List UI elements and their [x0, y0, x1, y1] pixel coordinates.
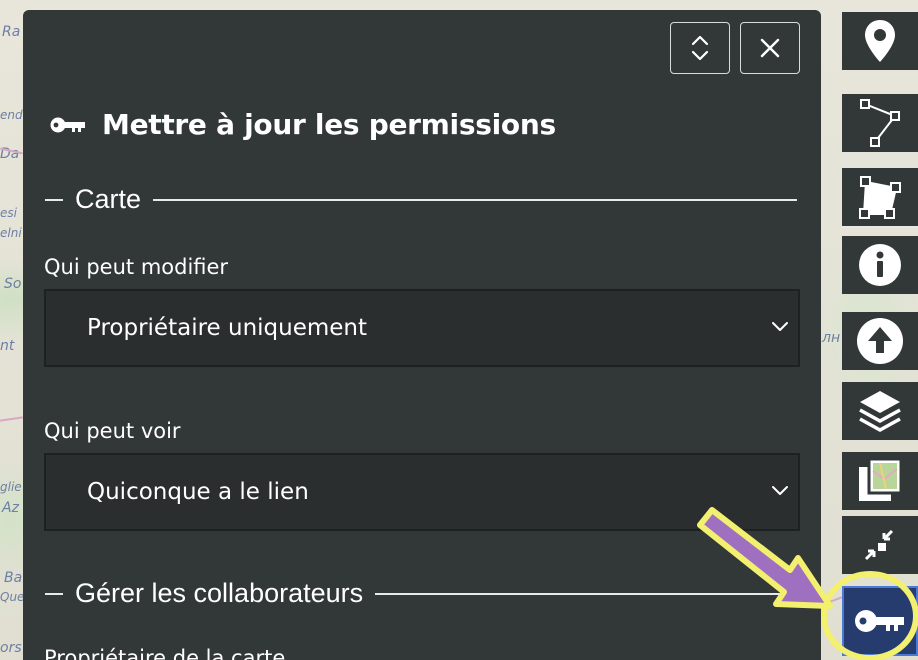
edit-permission-value: Propriétaire uniquement: [87, 315, 368, 341]
panel-header: Mettre à jour les permissions: [50, 108, 556, 141]
key-icon: [50, 117, 85, 132]
edit-permission-label: Qui peut modifier: [44, 255, 229, 279]
legend-dash: [45, 198, 63, 201]
map-label: ors: [0, 640, 22, 656]
draw-marker-button[interactable]: [842, 12, 918, 70]
close-button[interactable]: [740, 22, 800, 74]
import-button[interactable]: [842, 312, 918, 370]
owner-label: Propriétaire de la carte: [44, 646, 286, 660]
map-info-button[interactable]: [842, 236, 918, 294]
chevron-down-icon: [772, 322, 788, 331]
map-road: [821, 596, 843, 606]
map-label: Ba: [4, 570, 23, 586]
map-label: Ra: [2, 24, 21, 40]
close-icon: [760, 38, 780, 58]
section-map: Carte: [45, 184, 797, 215]
edit-permission-select[interactable]: Propriétaire uniquement: [44, 289, 800, 367]
section-collaborators-title: Gérer les collaborateurs: [75, 578, 364, 608]
map-label: elni: [0, 226, 22, 240]
upload-icon: [857, 318, 903, 364]
tilelayer-icon: [859, 457, 903, 501]
legend-dash: [45, 592, 63, 595]
draw-polygon-button[interactable]: [842, 168, 918, 226]
toolbar-separator: [842, 226, 918, 228]
info-icon: [859, 244, 901, 286]
change-tilelayer-button[interactable]: [842, 452, 918, 510]
panel-title: Mettre à jour les permissions: [102, 108, 556, 141]
map-label: glie: [0, 480, 22, 494]
edit-toolbar: [842, 12, 918, 660]
legend-line: [153, 198, 797, 201]
section-map-title: Carte: [75, 184, 142, 214]
draw-polyline-button[interactable]: [842, 94, 918, 152]
manage-layers-button[interactable]: [842, 382, 918, 440]
map-label: So: [4, 276, 22, 292]
center-icon: [864, 529, 894, 561]
map-road: [0, 416, 24, 422]
key-icon: [855, 610, 904, 632]
polygon-icon: [859, 176, 901, 219]
view-permission-label: Qui peut voir: [44, 419, 181, 443]
view-permission-select[interactable]: Quiconque a le lien: [44, 453, 800, 531]
polyline-icon: [860, 99, 900, 147]
layers-icon: [859, 391, 901, 432]
map-label: Que: [0, 590, 25, 604]
expand-button[interactable]: [670, 22, 730, 74]
chevron-down-icon: [772, 486, 788, 495]
map-label: end: [0, 108, 23, 122]
update-permissions-button[interactable]: [842, 586, 918, 656]
section-collaborators: Gérer les collaborateurs: [45, 578, 797, 609]
view-permission-value: Quiconque a le lien: [87, 479, 309, 505]
center-map-button[interactable]: [842, 516, 918, 574]
permissions-panel: Mettre à jour les permissions Carte Qui …: [23, 10, 821, 660]
marker-icon: [865, 20, 895, 62]
map-label: nt: [0, 338, 15, 354]
map-label: Az: [2, 500, 19, 516]
legend-line: [375, 592, 797, 595]
expand-collapse-icon: [691, 35, 709, 61]
map-label: лн: [822, 330, 841, 346]
map-label: esi: [0, 206, 17, 220]
